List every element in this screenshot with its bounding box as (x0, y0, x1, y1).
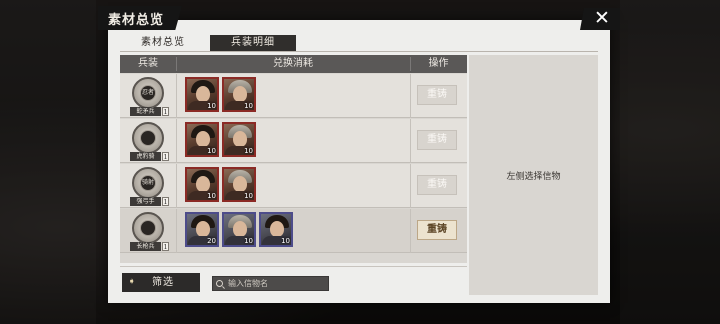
tab-divider (120, 51, 598, 52)
item-quantity: 10 (244, 147, 253, 155)
column-divider (176, 164, 177, 208)
recast-button[interactable]: 重铸 (417, 175, 457, 195)
item-quantity: 10 (281, 237, 290, 245)
column-divider (410, 209, 411, 253)
column-divider (410, 119, 411, 163)
cost-item-card[interactable]: 10 (185, 167, 219, 202)
unit-badge[interactable]: 长枪兵 1 (127, 210, 173, 253)
filter-button-label: 筛选 (152, 277, 174, 288)
table-row[interactable]: 骑射强弓手 1 10 10 重铸 (120, 164, 467, 208)
close-button[interactable]: ✕ (580, 8, 620, 30)
column-divider (176, 209, 177, 253)
unit-name: 长枪兵 (130, 242, 161, 251)
unit-count: 1 (162, 152, 169, 161)
column-header-type: 兵装 (138, 58, 158, 69)
general-portrait-icon (233, 86, 247, 102)
column-divider (410, 164, 411, 208)
unit-emblem-text (140, 130, 156, 146)
cost-item-card[interactable]: 20 (185, 212, 219, 247)
search-icon (216, 280, 223, 287)
item-quantity: 20 (207, 237, 216, 245)
item-quantity: 10 (207, 147, 216, 155)
general-portrait-icon (196, 176, 210, 192)
cost-item-card[interactable]: 10 (222, 212, 256, 247)
column-header-cost: 兑换消耗 (273, 58, 313, 69)
filter-button[interactable]: ➧ 筛选 (122, 273, 200, 292)
unit-name: 强弓手 (130, 197, 161, 206)
unit-count: 1 (162, 107, 169, 116)
column-divider (176, 119, 177, 163)
cost-item-card[interactable]: 10 (222, 167, 256, 202)
unit-name: 蛇矛兵 (130, 107, 161, 116)
arrow-right-icon: ➧ (128, 277, 136, 287)
item-quantity: 10 (207, 192, 216, 200)
detail-hint: 左侧选择信物 (506, 172, 561, 182)
unit-emblem-icon: 骑射 (132, 167, 164, 199)
general-portrait-icon (196, 221, 210, 237)
window-title-tab: 素材总览 (98, 6, 182, 30)
item-quantity: 10 (244, 192, 253, 200)
item-quantity: 10 (244, 102, 253, 110)
search-input[interactable] (228, 277, 326, 290)
table-row[interactable]: 忍者蛇矛兵 1 10 10 重铸 (120, 74, 467, 118)
equipment-table: 兵装 兑换消耗 操作 忍者 蛇矛兵 1 10 10 重铸 虎豹骑 1 10 10 重铸 骑射 强弓手 1 1… (120, 55, 467, 263)
unit-emblem-icon (132, 212, 164, 244)
unit-emblem-text: 忍者 (140, 85, 156, 101)
unit-emblem-text: 骑射 (140, 175, 156, 191)
bottom-divider (120, 266, 467, 267)
unit-badge[interactable]: 骑射强弓手 1 (127, 165, 173, 208)
column-divider (410, 74, 411, 118)
window-title: 素材总览 (108, 13, 165, 28)
column-header-action: 操作 (428, 58, 449, 69)
table-row[interactable]: 长枪兵 1 20 10 10 重铸 (120, 209, 467, 253)
cost-item-card[interactable]: 10 (222, 122, 256, 157)
unit-emblem-icon (132, 122, 164, 154)
general-portrait-icon (233, 176, 247, 192)
unit-name: 虎豹骑 (130, 152, 161, 161)
recast-button[interactable]: 重铸 (417, 85, 457, 105)
unit-badge[interactable]: 忍者蛇矛兵 1 (127, 75, 173, 118)
unit-badge[interactable]: 虎豹骑 1 (127, 120, 173, 163)
table-row[interactable]: 虎豹骑 1 10 10 重铸 (120, 119, 467, 163)
detail-panel: 左侧选择信物 (469, 55, 598, 295)
general-portrait-icon (233, 221, 247, 237)
tab-equipment-details[interactable]: 兵装明细 (210, 35, 296, 51)
unit-count: 1 (162, 197, 169, 206)
recast-button[interactable]: 重铸 (417, 130, 457, 150)
tab-material-overview[interactable]: 素材总览 (120, 35, 206, 51)
recast-button[interactable]: 重铸 (417, 220, 457, 240)
search-box[interactable] (212, 276, 329, 291)
cost-item-card[interactable]: 10 (185, 122, 219, 157)
table-header: 兵装 兑换消耗 操作 (120, 55, 467, 73)
column-divider (176, 74, 177, 118)
cost-item-card[interactable]: 10 (222, 77, 256, 112)
cost-item-card[interactable]: 10 (185, 77, 219, 112)
close-icon: ✕ (594, 7, 610, 29)
item-quantity: 10 (207, 102, 216, 110)
unit-emblem-icon: 忍者 (132, 77, 164, 109)
unit-emblem-text (140, 220, 156, 236)
general-portrait-icon (196, 131, 210, 147)
general-portrait-icon (196, 86, 210, 102)
cost-item-card[interactable]: 10 (259, 212, 293, 247)
general-portrait-icon (233, 131, 247, 147)
general-portrait-icon (270, 221, 284, 237)
unit-count: 1 (162, 242, 169, 251)
item-quantity: 10 (244, 237, 253, 245)
